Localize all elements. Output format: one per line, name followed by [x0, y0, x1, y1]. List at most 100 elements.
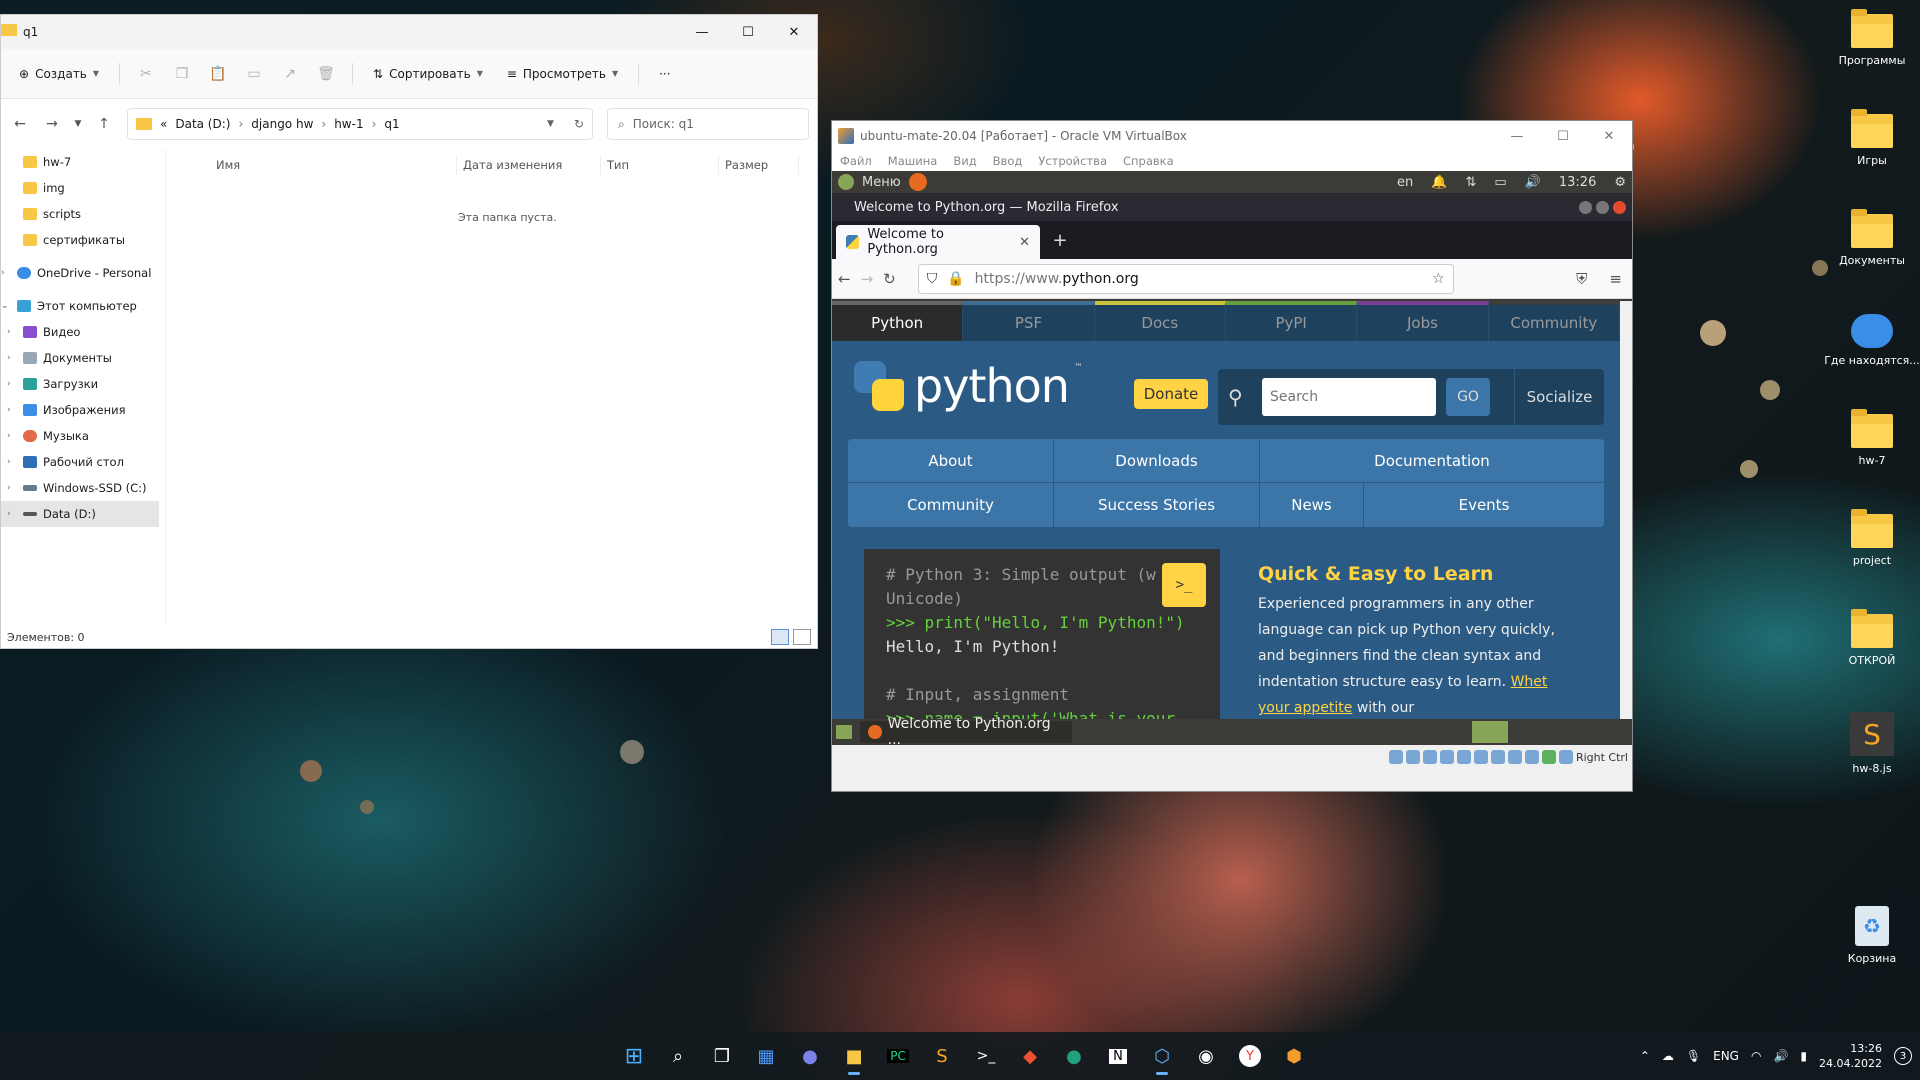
search-button[interactable]: ⌕ — [658, 1036, 698, 1076]
optical-drive-icon[interactable] — [1405, 750, 1420, 764]
virtualbox-taskbar[interactable]: ⬡ — [1142, 1036, 1182, 1076]
forward-arrow-icon[interactable]: → — [861, 270, 874, 288]
notion-taskbar[interactable]: N — [1098, 1036, 1138, 1076]
forward-arrow-icon[interactable]: → — [39, 116, 65, 132]
terminal-taskbar[interactable]: >_ — [966, 1036, 1006, 1076]
address-bar[interactable]: « Data (D:) › django hw › hw-1 › q1 ▼ ↻ — [127, 108, 593, 140]
rename-icon[interactable]: ▭ — [240, 58, 268, 90]
nav-item-downloads[interactable]: › Загрузки — [1, 371, 159, 397]
tray-overflow-chevron-icon[interactable]: ⌃ — [1640, 1049, 1650, 1063]
main-nav-news[interactable]: News — [1260, 483, 1364, 527]
file-explorer-taskbar[interactable]: ■ — [834, 1036, 874, 1076]
main-nav-downloads[interactable]: Downloads — [1054, 439, 1260, 483]
top-nav-community[interactable]: Community — [1488, 301, 1620, 341]
minimize-button[interactable]: — — [679, 15, 725, 49]
breadcrumb-item[interactable]: q1 — [384, 117, 399, 131]
create-button[interactable]: ⊕ Создать ▼ — [11, 58, 107, 90]
usb-status-icon[interactable] — [1456, 750, 1471, 764]
copy-icon[interactable]: ❐ — [168, 58, 196, 90]
share-icon[interactable]: ↗ — [276, 58, 304, 90]
search-input[interactable]: ⌕ Поиск: q1 — [607, 108, 809, 140]
desktop-icon-onedrive[interactable]: Где находятся... — [1824, 314, 1920, 367]
app-taskbar-green[interactable]: ● — [1054, 1036, 1094, 1076]
widgets-button[interactable]: ▦ — [746, 1036, 786, 1076]
chat-button[interactable]: ● — [790, 1036, 830, 1076]
volume-icon[interactable]: 🔊 — [1773, 1049, 1788, 1063]
desktop-icon-recycle-bin[interactable]: ♻ Корзина — [1824, 906, 1920, 965]
view-button[interactable]: ≡ Просмотреть ▼ — [499, 58, 626, 90]
page-scrollbar[interactable] — [1620, 301, 1632, 729]
column-header-date[interactable]: Дата изменения — [457, 155, 601, 175]
hamburger-menu-icon[interactable]: ≡ — [1609, 270, 1622, 288]
column-header-type[interactable]: Тип — [601, 155, 719, 175]
nav-item-video[interactable]: › Видео — [1, 319, 159, 345]
breadcrumb-item[interactable]: django hw — [251, 117, 313, 131]
top-nav-pypi[interactable]: PyPI — [1225, 301, 1358, 341]
maximize-button[interactable]: ☐ — [1540, 129, 1586, 144]
python-logo[interactable]: python ™ — [854, 359, 1083, 413]
main-nav-success-stories[interactable]: Success Stories — [1054, 483, 1260, 527]
nav-item-drive-c[interactable]: › Windows-SSD (C:) — [1, 475, 159, 501]
desktop-icon-open[interactable]: ОТКРОЙ — [1824, 609, 1920, 667]
chevron-right-icon[interactable]: › — [7, 483, 17, 493]
browser-tab[interactable]: Welcome to Python.org ✕ — [836, 225, 1040, 259]
shared-folders-icon[interactable] — [1473, 750, 1488, 764]
breadcrumb-overflow[interactable]: « — [160, 117, 167, 131]
nav-item-this-pc[interactable]: ⌄ Этот компьютер — [0, 293, 153, 319]
back-arrow-icon[interactable]: ← — [7, 116, 33, 132]
task-view-button[interactable]: ❐ — [702, 1036, 742, 1076]
url-bar[interactable]: ⛉ 🔒 https://www.python.org ☆ — [917, 263, 1454, 294]
menu-input[interactable]: Ввод — [993, 154, 1023, 168]
python-search-input[interactable] — [1262, 378, 1436, 416]
battery-icon[interactable]: ▭ — [1494, 175, 1506, 190]
breadcrumb-item[interactable]: Data (D:) — [175, 117, 230, 131]
menu-file[interactable]: Файл — [840, 154, 872, 168]
mouse-integration-icon[interactable] — [1541, 750, 1556, 764]
keyboard-capture-icon[interactable] — [1558, 750, 1573, 764]
yandex-browser-taskbar[interactable]: Y — [1230, 1036, 1270, 1076]
column-header-name[interactable]: Имя — [210, 155, 457, 175]
desktop-icon-hw7[interactable]: hw-7 — [1824, 409, 1920, 467]
menu-view[interactable]: Вид — [953, 154, 976, 168]
nav-item-scripts[interactable]: scripts — [1, 201, 159, 227]
details-view-icon[interactable] — [771, 629, 789, 645]
chevron-right-icon[interactable]: › — [7, 457, 17, 467]
menu-machine[interactable]: Машина — [888, 154, 938, 168]
minimize-button[interactable]: — — [1494, 129, 1540, 144]
maximize-button[interactable]: ☐ — [725, 15, 771, 49]
bell-icon[interactable]: 🔔 — [1431, 175, 1447, 190]
settings-gear-icon[interactable]: ⚙ — [1614, 175, 1626, 190]
breadcrumb-item[interactable]: hw-1 — [334, 117, 363, 131]
main-nav-about[interactable]: About — [848, 439, 1054, 483]
cut-icon[interactable]: ✂ — [132, 58, 160, 90]
desktop-icon-programs[interactable]: Программы — [1824, 9, 1920, 67]
nav-item-hw7[interactable]: hw-7 — [1, 149, 159, 175]
bookmark-star-icon[interactable]: ☆ — [1432, 271, 1445, 287]
lock-icon[interactable]: 🔒 — [947, 271, 964, 287]
notification-center-badge[interactable]: 3 — [1894, 1047, 1912, 1065]
keyboard-layout[interactable]: en — [1397, 175, 1413, 190]
sublime-taskbar[interactable]: S — [922, 1036, 962, 1076]
top-nav-python[interactable]: Python — [832, 301, 964, 341]
chevron-down-icon[interactable]: ▼ — [547, 119, 554, 129]
input-language[interactable]: ENG — [1713, 1049, 1739, 1063]
nav-item-img[interactable]: img — [1, 175, 159, 201]
pycharm-taskbar[interactable]: PC — [878, 1036, 918, 1076]
recording-status-icon[interactable] — [1507, 750, 1522, 764]
show-desktop-icon[interactable] — [836, 725, 852, 739]
close-button[interactable]: ✕ — [771, 15, 817, 49]
reload-icon[interactable]: ↻ — [883, 270, 896, 288]
more-options-button[interactable]: ··· — [651, 58, 678, 90]
top-nav-docs[interactable]: Docs — [1094, 301, 1226, 341]
desktop-icon-project[interactable]: project — [1824, 509, 1920, 567]
minimize-button[interactable] — [1579, 200, 1592, 214]
recent-chevron-icon[interactable]: ▼ — [71, 119, 85, 129]
network-icon[interactable]: ⇅ — [1465, 175, 1476, 190]
main-nav-documentation[interactable]: Documentation — [1260, 439, 1604, 483]
chevron-right-icon[interactable]: › — [7, 509, 17, 519]
maximize-button[interactable] — [1596, 200, 1609, 214]
nav-item-pictures[interactable]: › Изображения — [1, 397, 159, 423]
chevron-right-icon[interactable]: › — [7, 405, 17, 415]
socialize-button[interactable]: Socialize — [1514, 369, 1604, 425]
nav-item-drive-d[interactable]: › Data (D:) — [1, 501, 159, 527]
